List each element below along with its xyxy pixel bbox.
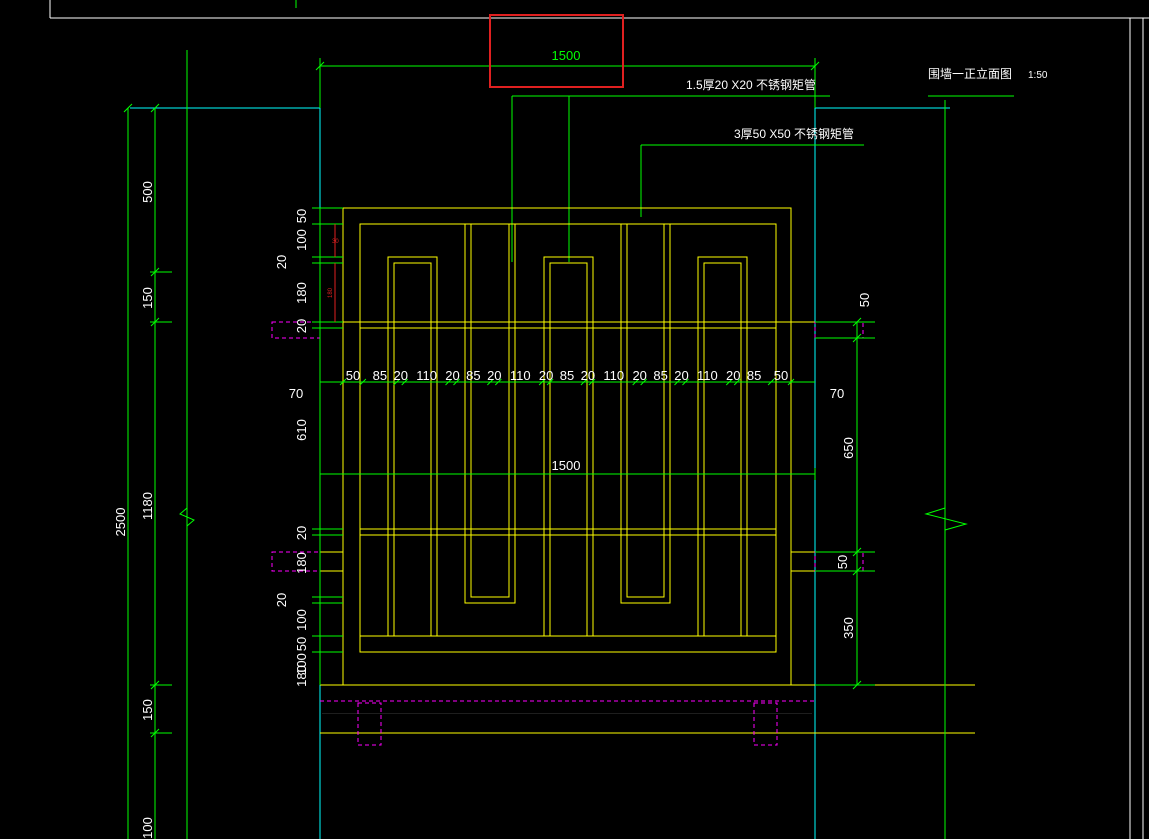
top-dimension-label: 1500 (552, 48, 581, 63)
cad-drawing-viewport[interactable]: 1500 1.5厚20 X20 不锈钢矩管 3厚50 X50 不锈钢矩管 围墙一… (0, 0, 1149, 839)
horizontal-chain-label: 20 (632, 368, 646, 383)
fence-elevation (320, 207, 975, 734)
embedded-parts (271, 321, 864, 746)
left-dim-20-rail: 20 (294, 319, 309, 333)
right-dim-70: 70 (830, 386, 844, 401)
horizontal-chain-label: 110 (697, 368, 718, 383)
right-dim-50-mid: 50 (835, 555, 850, 569)
overall-width-dim: 1500 (552, 458, 581, 473)
horizontal-chain-label: 50 (774, 368, 788, 383)
left-dim-180-base: 180 (294, 665, 309, 687)
horizontal-chain-label: 20 (726, 368, 740, 383)
horizontal-chain-label: 20 (539, 368, 553, 383)
left-dim-180-mid: 180 (294, 552, 309, 574)
red-label-180: 180 (328, 287, 334, 298)
left-dim-50-top: 50 (294, 209, 309, 223)
overall-height-dim: 2500 (113, 508, 128, 537)
horizontal-chain-label: 20 (394, 368, 408, 383)
left-dim-100-top: 100 (294, 229, 309, 251)
horizontal-chain-label: 85 (373, 368, 387, 383)
horizontal-chain-label: 85 (747, 368, 761, 383)
left-dim-20-mid: 20 (294, 526, 309, 540)
right-chain (815, 100, 968, 839)
drawing-title: 围墙一正立面图 (928, 66, 1012, 81)
left-outer-dim-500: 500 (140, 181, 155, 203)
right-dim-50-top: 50 (857, 293, 872, 307)
cad-canvas[interactable]: 1500 1.5厚20 X20 不锈钢矩管 3厚50 X50 不锈钢矩管 围墙一… (0, 0, 1149, 839)
left-dim-70: 70 (289, 386, 303, 401)
annotation-tube-small: 1.5厚20 X20 不锈钢矩管 (686, 77, 816, 92)
horizontal-chain-label: 85 (466, 368, 480, 383)
right-dim-650: 650 (841, 437, 856, 459)
horizontal-chain-label: 20 (445, 368, 459, 383)
horizontal-chain-label: 110 (603, 368, 624, 383)
left-outer-chain (123, 50, 195, 839)
horizontal-chain-label: 20 (581, 368, 595, 383)
right-dim-350: 350 (841, 617, 856, 639)
horizontal-chain-label: 85 (560, 368, 574, 383)
annotation-tube-large: 3厚50 X50 不锈钢矩管 (734, 126, 854, 141)
annotation-leaders (511, 95, 864, 262)
horizontal-chain-label: 110 (416, 368, 437, 383)
horizontal-chain-label: 50 (346, 368, 360, 383)
left-dim-180-top: 180 (294, 282, 309, 304)
horizontal-chain-label: 85 (653, 368, 667, 383)
horizontal-chain-labels: 50 85 20 110 20 85 20 110 20 85 20 110 20 85 20 110 20 85… (346, 368, 789, 383)
left-outer-dim-150-top: 150 (140, 287, 155, 309)
left-dim-50-bottom: 50 (294, 637, 309, 651)
left-outer-dim-100: 100 (140, 817, 155, 839)
left-outer-dim-150-bottom: 150 (140, 699, 155, 721)
red-label-30: 30 (332, 239, 339, 245)
left-outer-dim-1180: 1180 (140, 492, 155, 520)
left-dim-20-top: 20 (274, 255, 289, 269)
left-inner-chain (312, 207, 343, 685)
left-dim-610: 610 (294, 419, 309, 441)
left-dim-20-bottom: 20 (274, 593, 289, 607)
horizontal-chain-label: 20 (674, 368, 688, 383)
horizontal-chain-label: 110 (510, 368, 531, 383)
drawing-scale: 1:50 (1028, 70, 1048, 81)
slab-hatch (322, 713, 812, 714)
left-dim-100-bottom: 100 (294, 609, 309, 631)
horizontal-chain-label: 20 (487, 368, 501, 383)
